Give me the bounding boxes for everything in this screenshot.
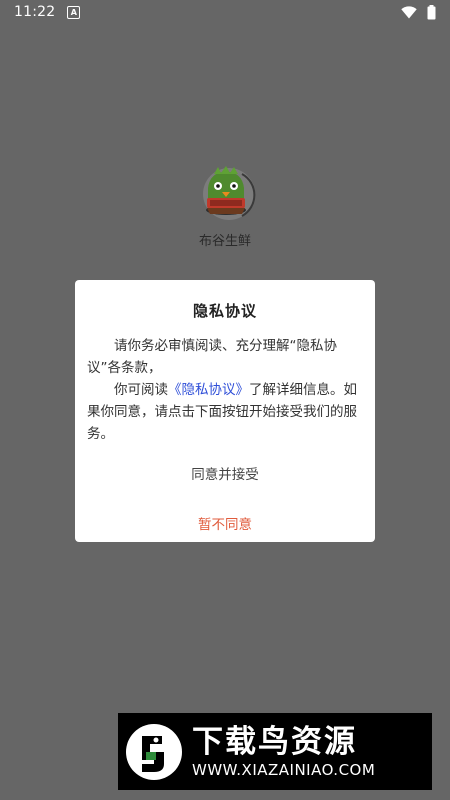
privacy-dialog: 隐私协议 请你务必审慎阅读、充分理解“隐私协议”各条款， 你可阅读《隐私协议》了… <box>75 280 375 542</box>
dialog-paragraph-2: 你可阅读《隐私协议》了解详细信息。如果你同意，请点击下面按钮开始接受我们的服务。 <box>87 379 363 445</box>
watermark-title: 下载鸟资源 <box>192 723 357 760</box>
screen: 11:22 A 布谷生鲜 隐私协议 请你务必审慎阅读、充分理解“隐私协议”各条款… <box>0 0 450 800</box>
status-bar: 11:22 A <box>0 0 450 24</box>
status-right <box>401 4 436 20</box>
watermark-url: WWW.XIAZAINIAO.COM <box>192 760 376 779</box>
accept-button[interactable]: 同意并接受 <box>125 459 325 487</box>
status-left: 11:22 A <box>14 4 81 20</box>
watermark-text: 下载鸟资源 WWW.XIAZAINIAO.COM <box>192 724 375 780</box>
wifi-icon <box>401 5 417 18</box>
app-name: 布谷生鲜 <box>198 234 251 249</box>
watermark-bird-icon <box>126 723 182 780</box>
dialog-body: 请你务必审慎阅读、充分理解“隐私协议”各条款， 你可阅读《隐私协议》了解详细信息… <box>87 335 363 445</box>
paragraph-2-prefix: 你可阅读 <box>114 382 168 398</box>
status-time: 11:22 <box>14 4 56 20</box>
decline-button[interactable]: 暂不同意 <box>125 509 325 537</box>
privacy-policy-link[interactable]: 《隐私协议》 <box>168 382 249 398</box>
watermark: 下载鸟资源 WWW.XIAZAINIAO.COM <box>118 713 432 790</box>
battery-icon <box>427 4 436 19</box>
app-logo-icon <box>196 164 256 224</box>
dialog-paragraph-1: 请你务必审慎阅读、充分理解“隐私协议”各条款， <box>87 338 337 376</box>
notification-a-icon: A <box>67 5 81 19</box>
dialog-title: 隐私协议 <box>192 302 257 320</box>
